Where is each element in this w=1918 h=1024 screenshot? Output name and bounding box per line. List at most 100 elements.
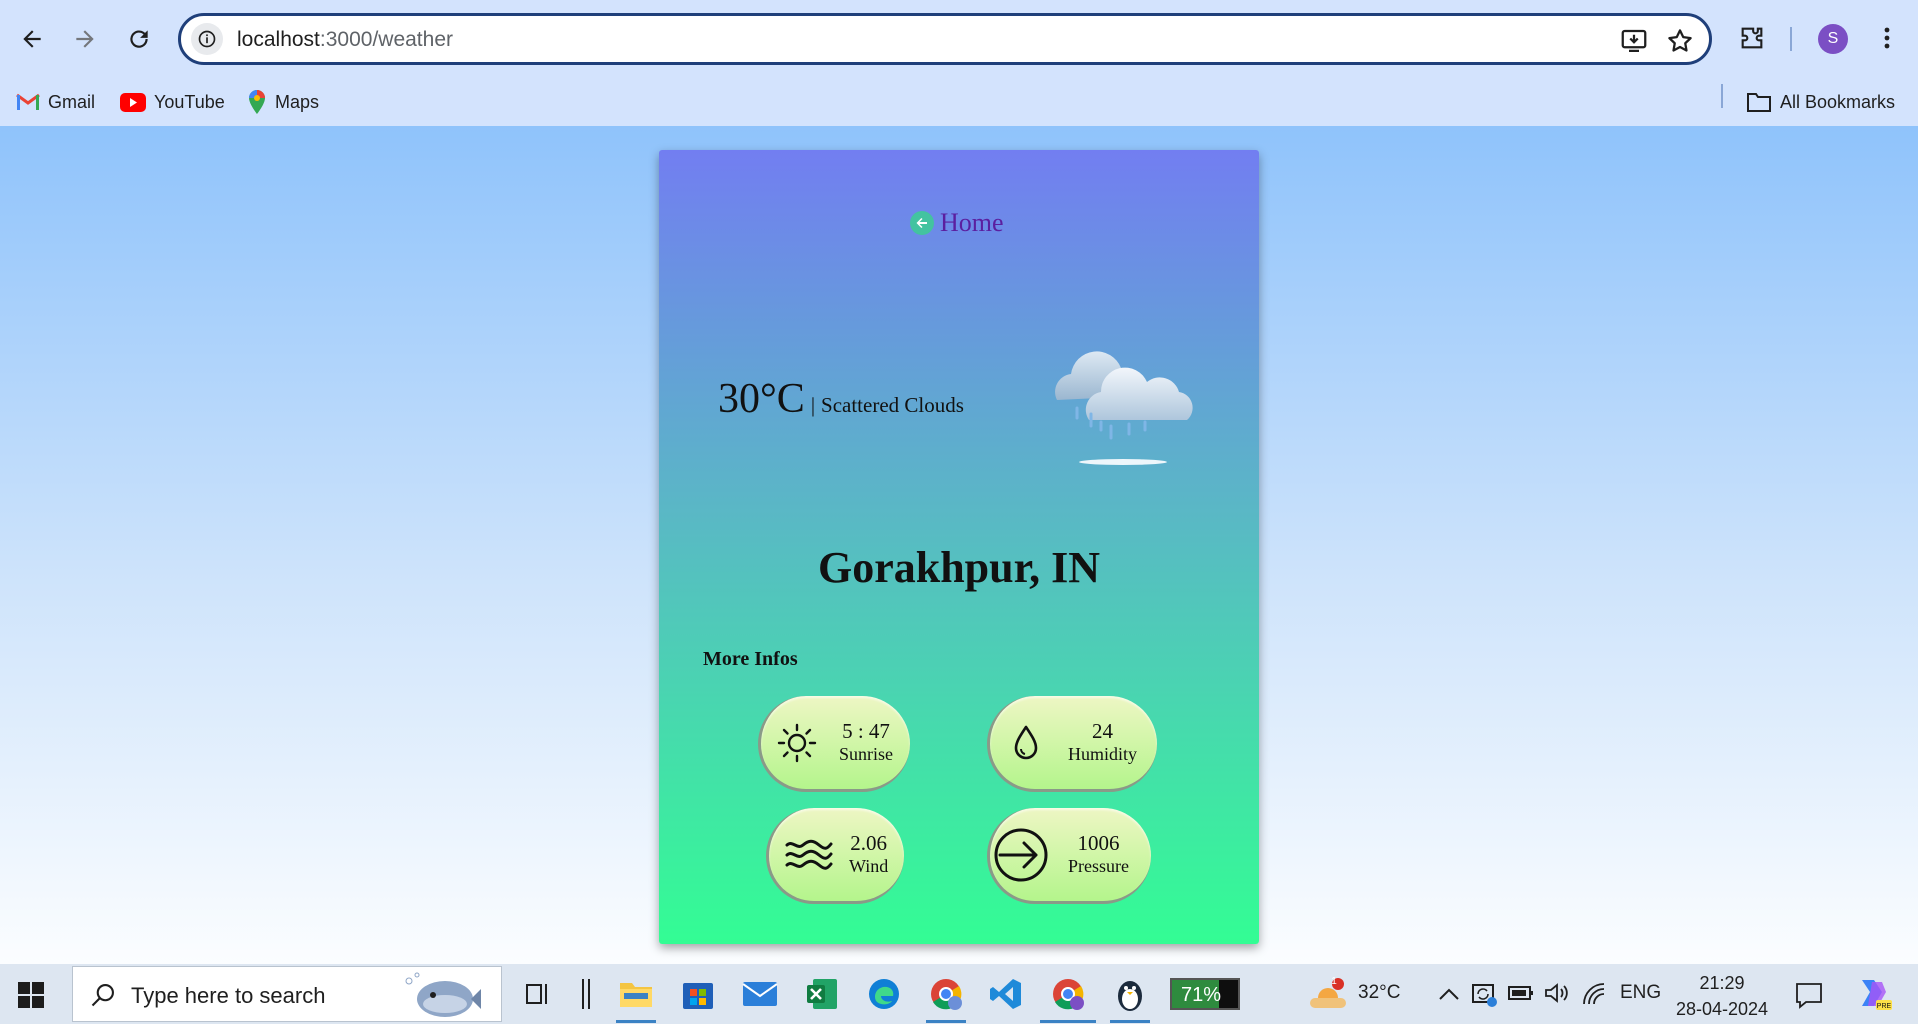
task-view-icon[interactable] xyxy=(518,974,558,1014)
condition-separator: | xyxy=(810,393,816,417)
humidity-text: 24 Humidity xyxy=(1068,719,1137,766)
chrome-profile-icon[interactable] xyxy=(926,974,966,1014)
svg-text:PRE: PRE xyxy=(1877,1003,1892,1010)
language-indicator[interactable]: ENG xyxy=(1620,982,1661,1004)
all-bookmarks-label: All Bookmarks xyxy=(1780,91,1896,112)
weather-widget-temp[interactable]: 32°C xyxy=(1358,982,1400,1004)
clock-date: 28-04-2024 xyxy=(1675,999,1769,1020)
browser-toolbar: localhost:3000/weather S xyxy=(0,0,1918,78)
system-clock[interactable]: 21:29 28-04-2024 xyxy=(1668,970,1776,1022)
arrow-left-icon xyxy=(23,30,41,48)
reload-button[interactable] xyxy=(117,17,161,61)
pressure-text: 1006 Pressure xyxy=(1068,831,1129,878)
droplet-icon xyxy=(1014,725,1038,759)
humidity-label: Humidity xyxy=(1068,744,1138,765)
pressure-value: 1006 xyxy=(1077,831,1120,856)
weather-description: Scattered Clouds xyxy=(821,393,964,417)
sunrise-label: Sunrise xyxy=(839,744,893,765)
bookmark-youtube[interactable]: YouTube xyxy=(120,86,225,118)
sunrise-tile: 5 : 47 Sunrise xyxy=(758,696,910,792)
battery-tray-icon[interactable] xyxy=(1508,984,1534,1002)
site-info-icon[interactable] xyxy=(191,23,223,55)
puzzle-icon xyxy=(1741,27,1763,49)
vscode-icon[interactable] xyxy=(986,974,1026,1014)
profile-avatar[interactable]: S xyxy=(1818,24,1848,54)
browser-menu-button[interactable] xyxy=(1869,20,1905,56)
pressure-tile: 1006 Pressure xyxy=(987,808,1151,904)
sunrise-value: 5 : 47 xyxy=(842,719,890,744)
arrow-circle-icon xyxy=(994,828,1048,881)
bookmark-maps[interactable]: Maps xyxy=(247,86,319,118)
search-placeholder: Type here to search xyxy=(131,983,326,1008)
chrome-active-icon[interactable] xyxy=(1048,974,1088,1014)
copilot-icon[interactable]: PRE xyxy=(1852,974,1892,1014)
weather-widget-badge: 1 xyxy=(1331,976,1337,987)
microsoft-store-icon[interactable] xyxy=(678,974,718,1014)
bookmark-gmail[interactable]: Gmail xyxy=(16,86,95,118)
install-app-icon[interactable] xyxy=(1619,26,1649,56)
taskbar-search-box[interactable]: Type here to search xyxy=(72,966,502,1022)
bookmark-star-icon[interactable] xyxy=(1665,26,1695,56)
humidity-tile: 24 Humidity xyxy=(987,696,1157,792)
penguin-app-active-indicator xyxy=(1110,1020,1150,1023)
bookmark-gmail-label: Gmail xyxy=(48,91,96,112)
wind-text: 2.06 Wind xyxy=(849,831,888,878)
extensions-button[interactable] xyxy=(1734,20,1770,56)
sunrise-text: 5 : 47 Sunrise xyxy=(839,719,893,766)
kebab-menu-icon xyxy=(1884,27,1890,49)
battery-meter[interactable]: 71% xyxy=(1170,978,1240,1010)
city-name: Gorakhpur, IN xyxy=(817,543,1101,592)
maps-icon xyxy=(249,90,265,114)
edge-icon[interactable] xyxy=(864,974,904,1014)
mail-icon[interactable] xyxy=(740,974,780,1014)
wind-label: Wind xyxy=(849,856,889,877)
forward-button[interactable] xyxy=(63,17,107,61)
chrome-profile-active-indicator xyxy=(926,1020,966,1023)
page-background: Home 30°C | Scattered Clouds Gorakhpur, … xyxy=(0,126,1918,964)
sync-icon[interactable] xyxy=(1470,980,1498,1008)
rain-cloud-icon xyxy=(1055,351,1193,465)
file-explorer-icon[interactable] xyxy=(616,974,656,1014)
clock-time: 21:29 xyxy=(1699,973,1745,993)
back-button[interactable] xyxy=(10,17,54,61)
sun-icon xyxy=(777,723,817,762)
weather-card: Home 30°C | Scattered Clouds Gorakhpur, … xyxy=(659,150,1259,944)
chrome-active-indicator xyxy=(1040,1020,1096,1023)
youtube-icon xyxy=(120,92,146,112)
windows-start-icon[interactable] xyxy=(18,982,44,1008)
bookmark-youtube-label: YouTube xyxy=(154,91,225,112)
more-infos-heading: More Infos xyxy=(703,648,798,670)
search-icon xyxy=(91,984,114,1007)
browser-chrome: localhost:3000/weather S Gmail YouTube M… xyxy=(0,0,1918,126)
weather-widget-icon[interactable] xyxy=(1308,978,1348,1012)
arrow-left-circle-icon xyxy=(910,211,934,235)
penguin-app-icon[interactable] xyxy=(1110,974,1150,1014)
all-bookmarks[interactable]: All Bookmarks xyxy=(1746,86,1895,118)
folder-icon xyxy=(1747,93,1771,112)
wifi-icon[interactable] xyxy=(1582,982,1608,1006)
humidity-value: 24 xyxy=(1092,719,1113,744)
url-path: :3000/weather xyxy=(319,28,453,51)
url-text[interactable]: localhost:3000/weather xyxy=(237,28,453,52)
wind-value: 2.06 xyxy=(850,831,888,856)
temperature: 30°C xyxy=(718,376,805,422)
battery-percent: 71% xyxy=(1180,984,1222,1006)
url-host: localhost xyxy=(237,28,320,51)
wind-icon xyxy=(785,839,833,870)
chevron-up-icon[interactable] xyxy=(1438,986,1460,1002)
bookmark-maps-label: Maps xyxy=(275,91,320,112)
address-bar[interactable]: localhost:3000/weather xyxy=(178,13,1712,65)
home-link[interactable]: Home xyxy=(910,208,1004,238)
bookmarks-divider xyxy=(1721,84,1723,108)
bookmarks-bar: Gmail YouTube Maps All Bookmarks xyxy=(0,78,1918,126)
notification-icon[interactable] xyxy=(1794,980,1824,1010)
home-label: Home xyxy=(940,208,1004,237)
widgets-divider-icon[interactable] xyxy=(566,974,606,1014)
wind-tile: 2.06 Wind xyxy=(766,808,904,904)
current-conditions: 30°C | Scattered Clouds xyxy=(718,375,964,423)
toolbar-divider xyxy=(1790,27,1792,51)
gmail-icon xyxy=(16,93,40,110)
excel-icon[interactable] xyxy=(802,974,842,1014)
pressure-label: Pressure xyxy=(1068,856,1129,877)
speaker-icon[interactable] xyxy=(1544,982,1570,1004)
